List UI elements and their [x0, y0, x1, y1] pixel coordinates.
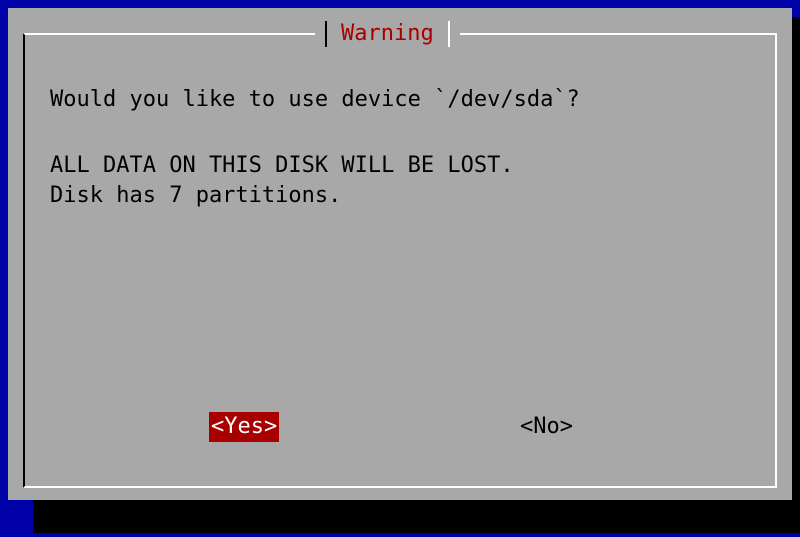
dialog-title: Warning — [341, 21, 434, 46]
question-text: Would you like to use device `/dev/sda`? — [50, 87, 580, 112]
dialog-shadow-bottom — [33, 500, 800, 533]
title-right-tick — [447, 21, 450, 47]
warning-dialog: Warning Would you like to use device `/d… — [8, 8, 792, 500]
warning-text: ALL DATA ON THIS DISK WILL BE LOST. — [50, 153, 514, 178]
dialog-title-bar: Warning — [315, 20, 460, 48]
no-button[interactable]: <No> — [518, 412, 575, 442]
yes-button[interactable]: <Yes> — [209, 412, 280, 442]
partitions-text: Disk has 7 partitions. — [50, 183, 342, 208]
